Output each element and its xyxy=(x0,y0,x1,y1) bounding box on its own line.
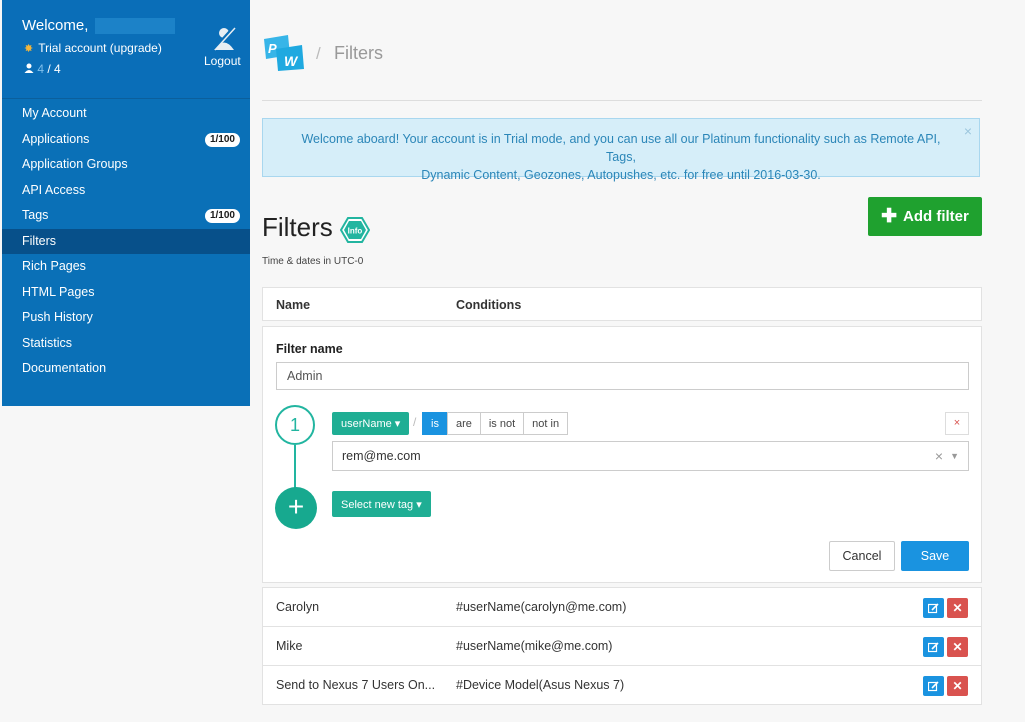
column-header-conditions: Conditions xyxy=(456,298,522,312)
sidebar-item-label: HTML Pages xyxy=(22,284,95,299)
info-icon[interactable]: Info xyxy=(339,216,371,244)
save-button[interactable]: Save xyxy=(901,541,969,571)
delete-icon[interactable]: ✕ xyxy=(947,637,968,657)
user-icon xyxy=(24,62,37,76)
close-icon[interactable]: × xyxy=(964,122,972,140)
trial-label: Trial account (upgrade) xyxy=(38,41,162,55)
table-row: Mike #userName(mike@me.com) ✕ xyxy=(262,626,982,666)
star-icon: ✸ xyxy=(24,43,34,55)
add-filter-label: Add filter xyxy=(903,208,969,225)
filter-name: Mike xyxy=(276,639,303,653)
add-condition-button[interactable]: + xyxy=(275,487,317,529)
edit-icon[interactable] xyxy=(923,637,944,657)
applications-count-badge: 1/100 xyxy=(204,132,240,147)
sidebar-item-label: Filters xyxy=(22,233,57,248)
trial-alert: Welcome aboard! Your account is in Trial… xyxy=(262,118,980,182)
plus-icon: ✚ xyxy=(881,206,898,227)
sidebar-nav: My Account Applications 1/100 Application… xyxy=(2,101,250,382)
tags-count-badge: 1/100 xyxy=(204,209,240,223)
sidebar-item-label: API Access xyxy=(22,182,86,197)
operator-is-button[interactable]: is xyxy=(422,412,448,435)
edit-icon[interactable] xyxy=(923,676,944,696)
operator-separator: / xyxy=(413,415,417,429)
welcome-label: Welcome, xyxy=(22,17,89,34)
sidebar: Welcome, ✸ Trial account (upgrade) 4 / 4 … xyxy=(2,0,250,406)
column-header-name: Name xyxy=(276,298,311,312)
sidebar-item-api-access[interactable]: API Access xyxy=(2,178,250,204)
sidebar-item-label: Tags xyxy=(22,208,49,222)
sidebar-item-label: Application Groups xyxy=(22,157,128,171)
filter-conditions: #userName(carolyn@me.com) xyxy=(456,600,627,614)
operator-not-in-button[interactable]: not in xyxy=(523,412,569,435)
logout-button[interactable]: Logout xyxy=(204,54,241,68)
sidebar-item-push-history[interactable]: Push History xyxy=(2,305,250,331)
user-count-total: / 4 xyxy=(47,62,61,76)
breadcrumb-separator: / xyxy=(316,44,321,63)
tag-dropdown-button[interactable]: userName ▾ xyxy=(332,412,410,435)
sidebar-item-label: Rich Pages xyxy=(22,259,86,273)
breadcrumb: Filters xyxy=(334,43,383,63)
sidebar-item-documentation[interactable]: Documentation xyxy=(2,356,250,382)
filter-name-label: Filter name xyxy=(276,342,343,356)
table-row: Send to Nexus 7 Users On... #Device Mode… xyxy=(262,665,982,705)
select-new-tag-button[interactable]: Select new tag ▾ xyxy=(332,491,431,517)
sidebar-item-my-account[interactable]: My Account xyxy=(2,101,250,127)
timezone-note: Time & dates in UTC-0 xyxy=(262,256,364,267)
svg-text:W: W xyxy=(284,53,299,69)
filter-editor: Filter name 1 + userName ▾ / is are is n… xyxy=(262,326,982,583)
condition-connector-line xyxy=(294,445,296,489)
account-header: Welcome, ✸ Trial account (upgrade) 4 / 4 … xyxy=(2,0,250,99)
sidebar-item-label: Applications xyxy=(22,131,90,146)
sidebar-item-html-pages[interactable]: HTML Pages xyxy=(2,280,250,306)
operator-are-button[interactable]: are xyxy=(446,412,481,435)
header-divider xyxy=(262,100,982,101)
sidebar-item-rich-pages[interactable]: Rich Pages xyxy=(2,254,250,280)
operator-group: is are is not not in xyxy=(422,412,569,435)
remove-condition-button[interactable]: × xyxy=(945,412,969,435)
delete-icon[interactable]: ✕ xyxy=(947,598,968,618)
username-redacted xyxy=(94,18,175,35)
svg-text:P: P xyxy=(268,41,277,56)
sidebar-item-label: My Account xyxy=(22,106,87,120)
clear-icon[interactable]: × xyxy=(935,442,943,470)
caret-down-icon[interactable]: ▼ xyxy=(950,442,959,470)
filter-conditions: #Device Model(Asus Nexus 7) xyxy=(456,678,625,692)
user-count: 4 / 4 xyxy=(24,62,61,76)
table-row: Carolyn #userName(carolyn@me.com) ✕ xyxy=(262,587,982,627)
filters-list: Carolyn #userName(carolyn@me.com) ✕ Mike… xyxy=(262,587,982,705)
sidebar-item-tags[interactable]: Tags 1/100 xyxy=(2,203,250,229)
user-count-current: 4 xyxy=(37,62,45,76)
sidebar-item-label: Documentation xyxy=(22,361,107,375)
alert-text-line1: Welcome aboard! Your account is in Trial… xyxy=(301,132,941,164)
condition-value: rem@me.com xyxy=(342,449,421,463)
sidebar-item-label: Push History xyxy=(22,310,93,324)
condition-value-select[interactable]: rem@me.com × ▼ xyxy=(332,441,969,471)
edit-icon[interactable] xyxy=(923,598,944,618)
sidebar-item-filters[interactable]: Filters xyxy=(2,228,250,254)
info-icon-label: Info xyxy=(348,227,363,236)
page-title: Filters xyxy=(262,212,333,242)
delete-icon[interactable]: ✕ xyxy=(947,676,968,696)
logout-icon[interactable] xyxy=(211,25,237,51)
sidebar-item-application-groups[interactable]: Application Groups xyxy=(2,152,250,178)
operator-is-not-button[interactable]: is not xyxy=(479,412,525,435)
trial-account-link[interactable]: ✸ Trial account (upgrade) xyxy=(24,41,162,55)
filter-conditions: #userName(mike@me.com) xyxy=(456,639,613,653)
sidebar-item-label: Statistics xyxy=(22,335,73,350)
sidebar-item-statistics[interactable]: Statistics xyxy=(2,331,250,357)
filter-name: Carolyn xyxy=(276,600,320,614)
pushwoosh-logo[interactable]: P W xyxy=(262,33,306,73)
filters-table-header: Name Conditions xyxy=(262,287,982,321)
sidebar-item-applications[interactable]: Applications 1/100 xyxy=(2,127,250,153)
filter-name-input[interactable] xyxy=(276,362,969,390)
filter-name: Send to Nexus 7 Users On... xyxy=(276,678,436,692)
alert-text-line2: Dynamic Content, Geozones, Autopushes, e… xyxy=(421,168,821,182)
cancel-button[interactable]: Cancel xyxy=(829,541,895,571)
welcome-text: Welcome, xyxy=(22,17,175,35)
condition-step-number: 1 xyxy=(275,405,315,445)
add-filter-button[interactable]: ✚ Add filter xyxy=(868,197,982,236)
